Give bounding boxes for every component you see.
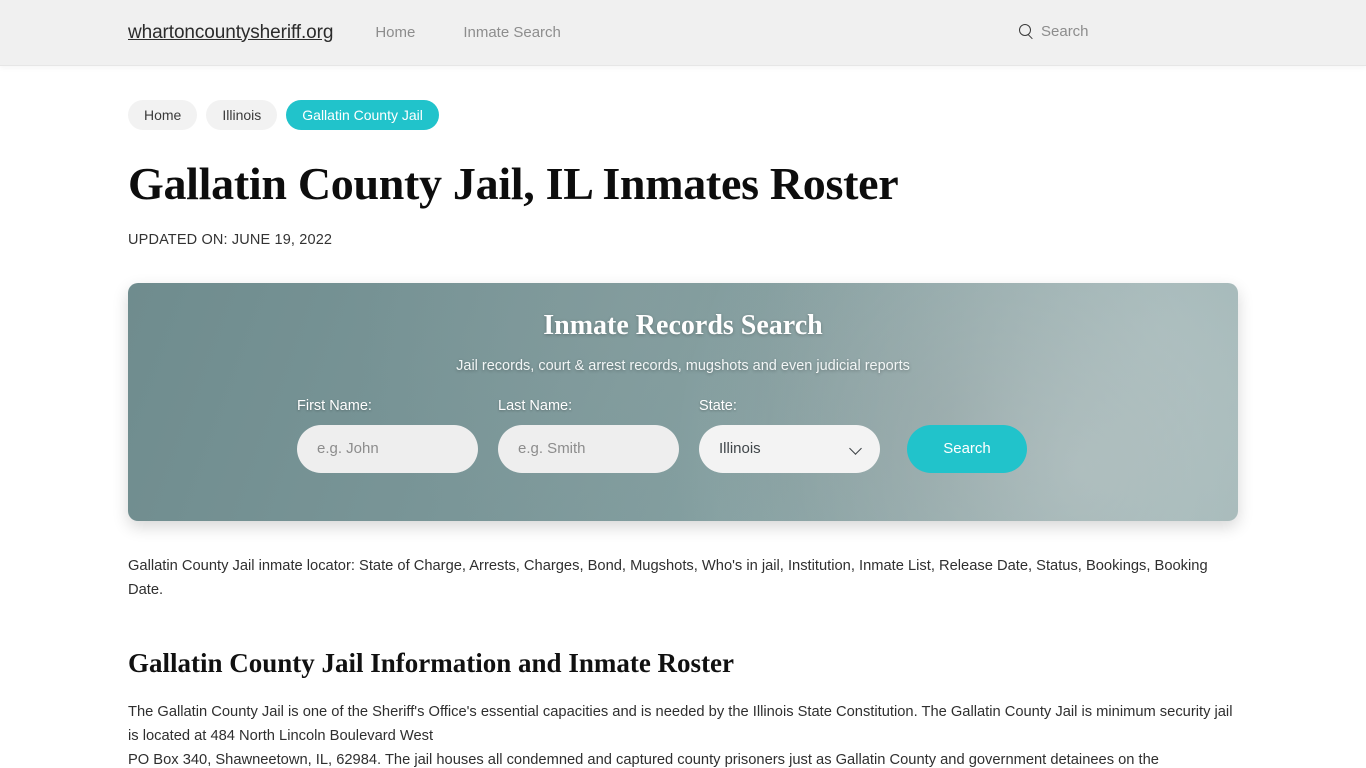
inmate-search-submit-button[interactable]: Search xyxy=(907,424,1027,473)
breadcrumb: Home Illinois Gallatin County Jail xyxy=(128,100,1238,130)
last-name-input[interactable] xyxy=(498,424,679,473)
breadcrumb-item-home[interactable]: Home xyxy=(128,100,198,130)
inmate-search-form: First Name: Last Name: State: Illinois S… xyxy=(128,398,1238,473)
first-name-input[interactable] xyxy=(297,424,478,473)
site-header: whartoncountysheriff.org Home Inmate Sea… xyxy=(0,0,1366,66)
search-icon xyxy=(1019,24,1034,39)
last-name-label: Last Name: xyxy=(498,397,573,414)
state-select-wrapper: Illinois xyxy=(699,424,880,473)
breadcrumb-item-gallatin-county-jail[interactable]: Gallatin County Jail xyxy=(286,100,439,130)
jail-information-line-2: PO Box 340, Shawneetown, IL, 62984. The … xyxy=(128,752,1159,768)
header-search-toggle[interactable]: Search xyxy=(1019,23,1089,40)
jail-information-paragraph: The Gallatin County Jail is one of the S… xyxy=(128,701,1238,768)
nav-item-inmate-search[interactable]: Inmate Search xyxy=(463,24,561,41)
last-name-field-group: Last Name: xyxy=(498,398,679,473)
site-brand[interactable]: whartoncountysheriff.org xyxy=(128,22,333,44)
hero-subtitle: Jail records, court & arrest records, mu… xyxy=(456,357,910,374)
state-label: State: xyxy=(699,397,737,414)
hero-title: Inmate Records Search xyxy=(543,309,823,341)
section-title-jail-information: Gallatin County Jail Information and Inm… xyxy=(128,648,735,679)
state-field-group: State: Illinois xyxy=(699,398,880,473)
jail-information-line-1: The Gallatin County Jail is one of the S… xyxy=(128,704,1233,745)
nav-item-home[interactable]: Home xyxy=(375,24,415,41)
breadcrumb-item-illinois[interactable]: Illinois xyxy=(206,100,278,130)
inmate-locator-description: Gallatin County Jail inmate locator: Sta… xyxy=(128,557,1208,598)
state-select[interactable]: Illinois xyxy=(699,424,880,473)
page-container: Home Illinois Gallatin County Jail Galla… xyxy=(0,100,1366,768)
header-search-label: Search xyxy=(1041,23,1089,40)
first-name-label: First Name: xyxy=(297,397,372,414)
inmate-records-search-card: Inmate Records Search Jail records, cour… xyxy=(128,282,1238,521)
main-nav: Home Inmate Search xyxy=(375,24,561,41)
page-title: Gallatin County Jail, IL Inmates Roster xyxy=(128,158,899,209)
first-name-field-group: First Name: xyxy=(297,398,478,473)
updated-on-label: UPDATED ON: JUNE 19, 2022 xyxy=(128,231,333,248)
